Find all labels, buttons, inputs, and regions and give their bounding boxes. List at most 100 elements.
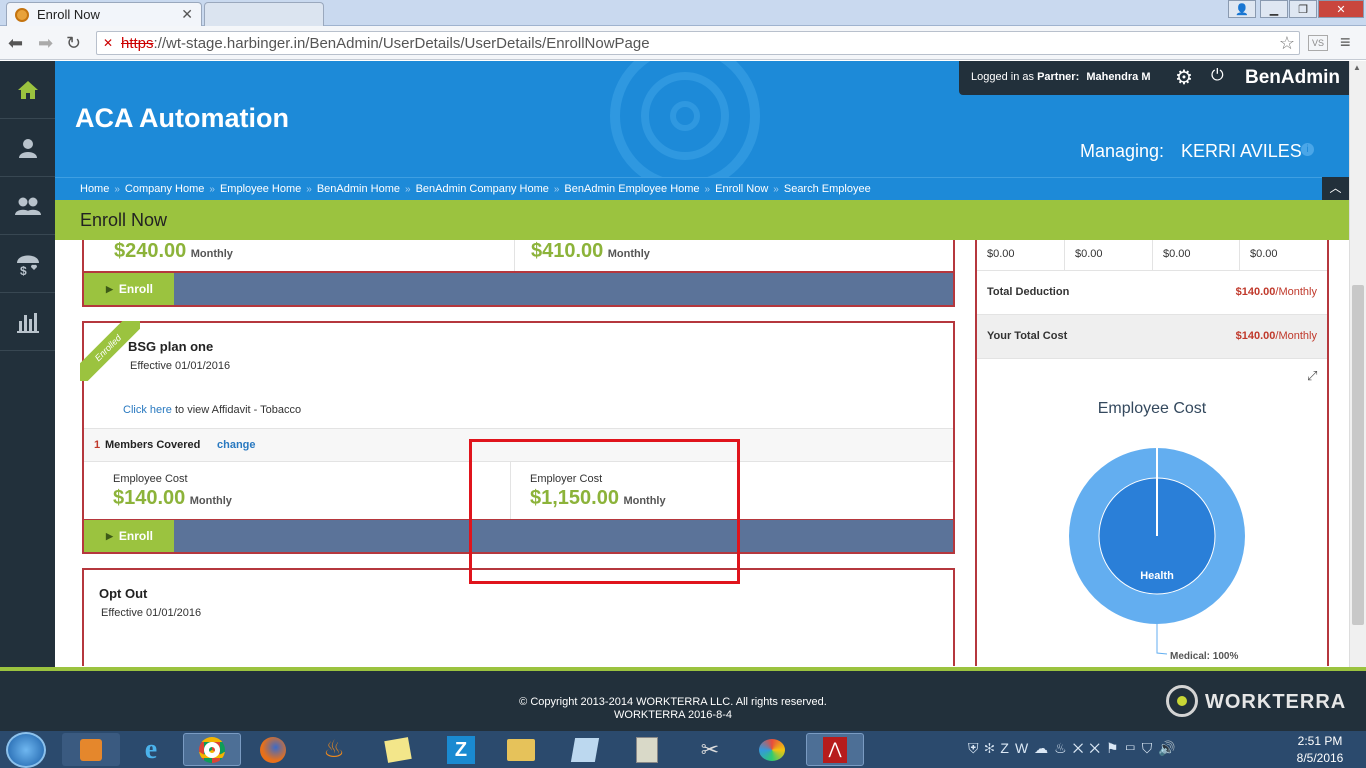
top-employee-cost-value: $240.00 bbox=[114, 240, 187, 262]
taskbar-explorer-icon[interactable] bbox=[492, 733, 550, 766]
total-deduction-value: $140.00/Monthly bbox=[1236, 286, 1317, 298]
taskbar-acrobat-icon[interactable]: ⋀ bbox=[806, 733, 864, 766]
taskbar-zoho-icon[interactable]: Z bbox=[432, 733, 490, 766]
breadcrumb-benadmin-home[interactable]: BenAdmin Home bbox=[317, 183, 400, 195]
clock-date: 8/5/2016 bbox=[1296, 751, 1344, 765]
managing-label: Managing: bbox=[1080, 141, 1165, 161]
maximize-icon[interactable]: ❐ bbox=[1289, 0, 1317, 18]
sidebar-benefits-umbrella-icon[interactable]: $ bbox=[0, 235, 55, 293]
taskbar-sticky-notes-icon[interactable] bbox=[369, 733, 427, 766]
taskbar-paint-icon[interactable] bbox=[743, 733, 801, 766]
breadcrumb-benadmin-company-home[interactable]: BenAdmin Company Home bbox=[416, 183, 549, 195]
affidavit-line: Click here to view Affidavit - Tobacco bbox=[123, 404, 301, 416]
zero-values-row: $0.00 $0.00 $0.00 $0.00 bbox=[977, 240, 1327, 271]
taskbar-chrome-icon[interactable] bbox=[183, 733, 241, 766]
url-bar[interactable]: ✕ https ://wt-stage.harbinger.in/BenAdmi… bbox=[96, 31, 1300, 55]
change-members-link[interactable]: change bbox=[217, 439, 256, 451]
sidebar-user-icon[interactable] bbox=[0, 119, 55, 177]
per-monthly: /Monthly bbox=[1275, 330, 1317, 342]
taskbar-tools-icon[interactable]: ✂ bbox=[681, 733, 739, 766]
enroll-button-top[interactable]: ▶ Enroll bbox=[84, 273, 174, 305]
top-employee-cost: $240.00 Monthly bbox=[114, 240, 233, 263]
breadcrumb-company-home[interactable]: Company Home bbox=[125, 183, 204, 195]
start-button[interactable] bbox=[6, 732, 46, 768]
settings-gear-icon[interactable]: ⚙ bbox=[1175, 65, 1193, 90]
page-title-text: Enroll Now bbox=[80, 209, 168, 230]
breadcrumb-employee-home[interactable]: Employee Home bbox=[220, 183, 301, 195]
breadcrumb-search-employee[interactable]: Search Employee bbox=[784, 183, 871, 195]
reload-icon[interactable]: ↻ bbox=[66, 33, 81, 54]
divider bbox=[1152, 240, 1153, 271]
url-text: ://wt-stage.harbinger.in/BenAdmin/UserDe… bbox=[153, 34, 650, 52]
system-tray-icons[interactable]: ⛨✻ZW☁♨✕✕⚑▭⛉🔊 bbox=[968, 740, 1182, 757]
divider bbox=[1064, 240, 1065, 271]
workterra-logo-icon bbox=[1166, 685, 1198, 717]
top-employer-cost-value: $410.00 bbox=[531, 240, 604, 262]
main-content: $240.00 Monthly $410.00 Monthly ▶ Enroll … bbox=[55, 240, 1349, 666]
menu-icon[interactable]: ≡ bbox=[1340, 32, 1351, 53]
info-icon[interactable]: i bbox=[1301, 143, 1314, 156]
url-scheme: https bbox=[121, 34, 154, 52]
sidebar-reports-icon[interactable] bbox=[0, 293, 55, 351]
forward-icon[interactable]: ➡ bbox=[38, 33, 53, 54]
enroll-button-bsg[interactable]: ▶ Enroll bbox=[84, 520, 174, 552]
top-employer-cost: $410.00 Monthly bbox=[531, 240, 650, 263]
chart-outer-label: Medical: 100% bbox=[1170, 651, 1238, 662]
extension-icon[interactable]: VS bbox=[1308, 35, 1328, 51]
breadcrumb-home[interactable]: Home bbox=[80, 183, 109, 195]
scrollbar-thumb[interactable] bbox=[1352, 285, 1364, 625]
taskbar-notepad-icon[interactable] bbox=[556, 733, 614, 766]
sidebar: $ bbox=[0, 61, 55, 667]
profile-icon[interactable]: 👤 bbox=[1228, 0, 1256, 18]
tab-favicon-icon bbox=[15, 7, 29, 22]
click-here-link[interactable]: Click here bbox=[123, 404, 172, 416]
chart-outer-label-connector bbox=[1156, 624, 1168, 655]
logout-power-icon[interactable]: ⏻ bbox=[1211, 67, 1224, 85]
monthly-label: Monthly bbox=[190, 248, 233, 260]
taskbar-media-player-icon[interactable] bbox=[62, 733, 120, 766]
footer-copyright: © Copyright 2013-2014 WORKTERRA LLC. All… bbox=[519, 696, 827, 708]
scroll-up-icon[interactable]: ▲ bbox=[1353, 63, 1361, 72]
your-total-cost-row: Your Total Cost $140.00/Monthly bbox=[977, 315, 1327, 359]
monthly-label: Monthly bbox=[607, 248, 650, 260]
tab-title: Enroll Now bbox=[37, 7, 100, 22]
taskbar-ie-icon[interactable]: e bbox=[122, 733, 180, 766]
chart-title: Employee Cost bbox=[1097, 400, 1207, 417]
page-scrollbar[interactable]: ▲ ▼ bbox=[1349, 61, 1366, 731]
sidebar-home-icon[interactable] bbox=[0, 61, 55, 119]
chart-inner-label: Health bbox=[1140, 570, 1174, 582]
highlight-annotation-box bbox=[469, 439, 740, 584]
employee-cost: $140.00 Monthly bbox=[113, 487, 232, 510]
optout-title: Opt Out bbox=[99, 586, 148, 601]
divider bbox=[1239, 240, 1240, 271]
employee-cost-value: $140.00 bbox=[113, 487, 186, 509]
plan-card-top: $240.00 Monthly $410.00 Monthly bbox=[82, 240, 955, 273]
header-watermark-icon bbox=[610, 61, 760, 177]
affidavit-text: to view Affidavit - Tobacco bbox=[174, 404, 302, 416]
zero-value-4: $0.00 bbox=[1250, 248, 1278, 260]
tab-close-icon[interactable]: ✕ bbox=[181, 6, 193, 23]
members-count: 1 bbox=[94, 439, 101, 451]
bookmark-star-icon[interactable]: ☆ bbox=[1279, 33, 1295, 54]
browser-tab-active[interactable]: Enroll Now ✕ bbox=[6, 2, 202, 26]
page-title: Enroll Now bbox=[55, 200, 1349, 240]
zero-value-3: $0.00 bbox=[1163, 248, 1191, 260]
company-title: ACA Automation bbox=[75, 103, 289, 133]
browser-tab-inactive[interactable] bbox=[204, 2, 324, 26]
footer: © Copyright 2013-2014 WORKTERRA LLC. All… bbox=[0, 667, 1366, 731]
expand-icon[interactable]: ⤢ bbox=[1307, 368, 1317, 384]
enroll-label: Enroll bbox=[118, 282, 153, 296]
breadcrumb-benadmin-employee-home[interactable]: BenAdmin Employee Home bbox=[564, 183, 699, 195]
breadcrumb-enroll-now[interactable]: Enroll Now bbox=[715, 183, 768, 195]
back-icon[interactable]: ⬅ bbox=[8, 33, 23, 54]
window-close-icon[interactable]: ✕ bbox=[1318, 0, 1364, 18]
sidebar-users-icon[interactable] bbox=[0, 177, 55, 235]
footer-brand: WORKTERRA bbox=[1205, 691, 1347, 713]
employee-cost-label: Employee Cost bbox=[113, 473, 188, 485]
collapse-chevron-icon[interactable]: ︿ bbox=[1322, 177, 1349, 200]
taskbar-calculator-icon[interactable] bbox=[618, 733, 676, 766]
partner-label: Partner: bbox=[1037, 71, 1080, 83]
taskbar-firefox-icon[interactable] bbox=[244, 733, 302, 766]
minimize-icon[interactable]: ▁ bbox=[1260, 0, 1288, 18]
taskbar-flame-app-icon[interactable]: ♨ bbox=[305, 733, 363, 766]
